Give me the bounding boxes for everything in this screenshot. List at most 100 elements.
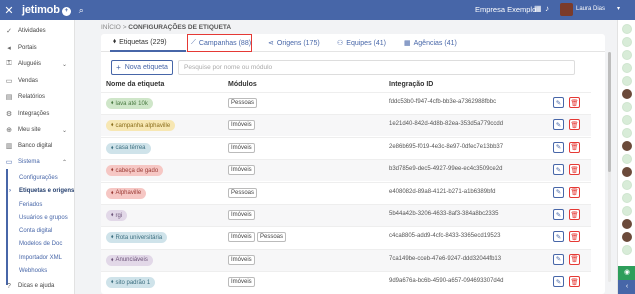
tag-chip: ⬧ cabeça de gado — [106, 165, 164, 177]
table-row: ⬧ cabeça de gado Imóveis b3d785e9-dec5-4927… — [101, 159, 591, 182]
contact-avatar[interactable] — [622, 180, 632, 190]
users-icon: ⚇ — [337, 40, 344, 47]
sidebar-subitem-feriados[interactable]: Feriados — [0, 198, 75, 211]
contact-avatar[interactable] — [622, 193, 632, 203]
delete-button[interactable]: 🗑 — [569, 119, 580, 131]
delete-button[interactable]: 🗑 — [569, 164, 580, 176]
contact-avatar[interactable] — [622, 50, 632, 60]
table-row: ⬧ lava até 10k Pessoas fddc53b0-f947-4cfb-b… — [101, 92, 591, 114]
sidebar-item-vendas[interactable]: ▭ Vendas — [0, 74, 75, 88]
tab-origens[interactable]: ⋖ Origens (175) — [268, 34, 320, 52]
sidebar-item-integracoes[interactable]: ⚙ Integrações — [0, 107, 75, 121]
contact-avatar[interactable] — [622, 89, 632, 99]
contact-avatar[interactable] — [622, 76, 632, 86]
sidebar-subitem-webhooks[interactable]: Webhooks — [0, 264, 75, 277]
edit-button[interactable]: ✎ — [553, 231, 564, 243]
notification-bell-icon[interactable]: ♪ — [545, 4, 549, 13]
whatsapp-icon[interactable]: ◉ — [618, 266, 635, 280]
edit-button[interactable]: ✎ — [553, 141, 564, 153]
sidebar-item-relatorios[interactable]: ▤ Relatórios — [0, 90, 75, 104]
contact-avatar[interactable] — [622, 141, 632, 151]
contact-avatar[interactable] — [622, 167, 632, 177]
contact-avatar[interactable] — [622, 128, 632, 138]
breadcrumb-home[interactable]: INÍCIO — [101, 24, 121, 31]
tag-name: Alphaville — [115, 190, 142, 197]
tab-equipes[interactable]: ⚇ Equipes (41) — [337, 34, 386, 52]
delete-button[interactable]: 🗑 — [569, 231, 580, 243]
brand-logo[interactable]: jetimob + — [22, 4, 71, 16]
delete-button[interactable]: 🗑 — [569, 209, 580, 220]
tag-name: campanha alphaville — [115, 122, 171, 129]
delete-button[interactable]: 🗑 — [569, 253, 580, 265]
user-name[interactable]: Laura Dias — [576, 6, 605, 12]
apps-grid-icon[interactable]: ▦ — [534, 4, 542, 13]
tab-etiquetas[interactable]: ⬧ Etiquetas (229) — [110, 34, 186, 52]
sidebar-subitem-conta-digital[interactable]: Conta digital — [0, 224, 75, 237]
edit-button[interactable]: ✎ — [553, 276, 564, 288]
sidebar-item-meu-site[interactable]: ⊕ Meu site ⌄ — [0, 123, 75, 137]
sidebar-subitem-importador-xml[interactable]: Importador XML — [0, 251, 75, 264]
sidebar-subitem-modelos-de-doc[interactable]: Modelos de Doc — [0, 237, 75, 250]
sidebar-subitem-etiquetas-e-origens[interactable]: › Etiquetas e origens — [0, 184, 75, 197]
sidebar-subitem-usuarios-e-grupos[interactable]: Usuários e grupos — [0, 211, 75, 224]
tag-chip: ⬧ campanha alphaville — [106, 120, 176, 132]
scrollbar-thumb[interactable] — [608, 52, 611, 172]
module-badge: Imóveis — [228, 165, 255, 176]
brand-badge: + — [61, 7, 71, 16]
close-icon[interactable]: ✕ — [0, 4, 18, 17]
scrollbar[interactable] — [608, 52, 611, 282]
search-input[interactable] — [178, 60, 575, 75]
contact-avatar[interactable] — [622, 24, 632, 34]
tab-campanhas[interactable]: ⟋ Campanhas (88) — [187, 34, 252, 52]
edit-button[interactable]: ✎ — [553, 186, 564, 198]
integration-id: e408082d-89a8-4121-b271-a1b6389bfd — [389, 188, 496, 195]
contact-avatar[interactable] — [622, 102, 632, 112]
tab-agencias[interactable]: ▦ Agências (41) — [404, 34, 457, 52]
avatar[interactable] — [560, 3, 573, 16]
company-name[interactable]: Empresa Exemplo — [475, 5, 536, 14]
sidebar-item-alugueis[interactable]: ⚿ Aluguéis ⌄ — [0, 57, 75, 71]
integration-id: 7ca149be-cceb-47e6-9247-ddd32044fb13 — [389, 255, 502, 262]
sidebar-item-dicas-e-ajuda[interactable]: ? Dicas e ajuda — [0, 279, 75, 293]
edit-button[interactable]: ✎ — [553, 253, 564, 265]
sidebar-item-atividades[interactable]: ✓ Atividades — [0, 24, 75, 38]
plus-icon: + — [116, 63, 121, 72]
tag-icon: ⬧ — [111, 234, 114, 241]
share-icon: ⋖ — [268, 40, 274, 47]
search-icon[interactable]: ⌕ — [79, 5, 84, 16]
edit-button[interactable]: ✎ — [553, 164, 564, 176]
sidebar-item-sistema[interactable]: ▭ Sistema ⌃ — [0, 155, 75, 169]
delete-button[interactable]: 🗑 — [569, 141, 580, 153]
table-row: ⬧ casa térrea Imóveis 2e86b695-f019-4e3c-8e… — [101, 136, 591, 159]
contact-avatar[interactable] — [622, 115, 632, 125]
module-badge: Imóveis — [228, 232, 255, 243]
tag-icon: ⬧ — [111, 100, 114, 106]
tab-label: Agências (41) — [413, 39, 457, 47]
chevron-left-icon[interactable]: ‹ — [618, 280, 635, 294]
delete-button[interactable]: 🗑 — [569, 186, 580, 198]
module-badge: Imóveis — [228, 254, 255, 265]
contact-avatar[interactable] — [622, 219, 632, 229]
new-tag-button[interactable]: + Nova etiqueta — [111, 60, 173, 75]
edit-button[interactable]: ✎ — [553, 97, 564, 108]
gear-icon: ⚙ — [5, 111, 13, 118]
contact-avatar[interactable] — [622, 37, 632, 47]
chevron-down-icon[interactable]: ▾ — [617, 5, 620, 12]
delete-button[interactable]: 🗑 — [569, 276, 580, 288]
tag-name: rgi — [115, 212, 123, 219]
contact-avatar[interactable] — [622, 63, 632, 73]
sidebar-item-banco-digital[interactable]: ▥ Banco digital — [0, 139, 75, 153]
sidebar-subitem-configuracoes[interactable]: Configurações — [0, 171, 75, 184]
chevron-down-icon: ⌄ — [61, 61, 67, 68]
contact-avatar[interactable] — [622, 206, 632, 216]
edit-button[interactable]: ✎ — [553, 209, 564, 220]
tag-chip: ⬧ Alphaville — [106, 187, 147, 199]
sidebar-item-portais[interactable]: ◂ Portais — [0, 41, 75, 55]
contact-avatar[interactable] — [622, 154, 632, 164]
delete-button[interactable]: 🗑 — [569, 97, 580, 108]
contact-avatar[interactable] — [622, 245, 632, 255]
edit-button[interactable]: ✎ — [553, 119, 564, 131]
contact-avatar[interactable] — [622, 232, 632, 242]
tag-name: casa térrea — [115, 145, 146, 152]
column-header-name: Nome da etiqueta — [106, 81, 165, 88]
